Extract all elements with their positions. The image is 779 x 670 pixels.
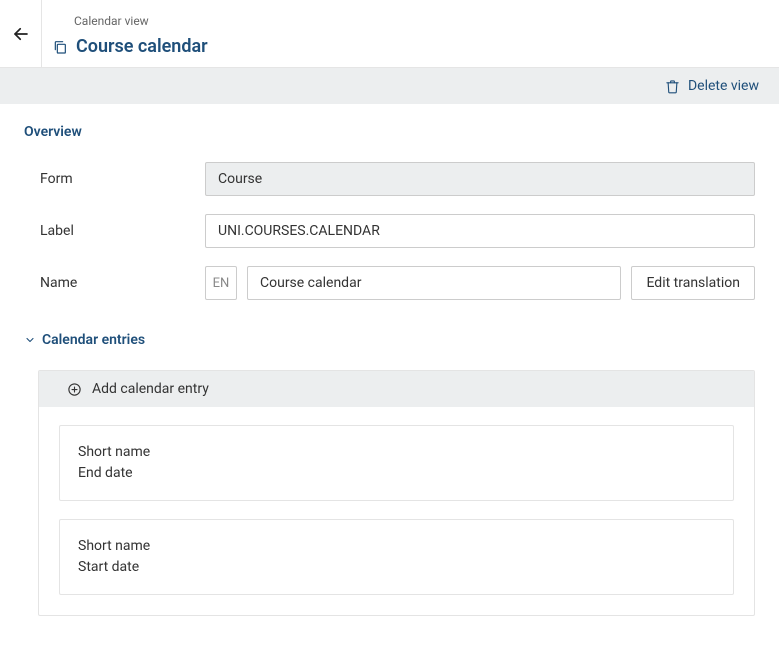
arrow-left-icon bbox=[12, 25, 30, 43]
overview-section-title: Overview bbox=[24, 124, 755, 140]
back-button[interactable] bbox=[12, 25, 30, 43]
plus-circle-icon bbox=[67, 382, 82, 397]
name-input[interactable] bbox=[247, 266, 621, 300]
breadcrumb: Calendar view bbox=[52, 14, 769, 28]
add-calendar-entry-button[interactable]: Add calendar entry bbox=[39, 371, 754, 407]
form-label: Form bbox=[40, 171, 205, 187]
label-input[interactable] bbox=[205, 214, 755, 248]
chevron-down-icon bbox=[24, 334, 36, 346]
edit-translation-button[interactable]: Edit translation bbox=[631, 266, 755, 300]
name-lang-indicator: EN bbox=[205, 266, 237, 300]
calendar-entry-card[interactable]: Short name End date bbox=[59, 425, 734, 501]
add-calendar-entry-label: Add calendar entry bbox=[92, 381, 209, 397]
delete-view-label: Delete view bbox=[688, 78, 759, 94]
calendar-entries-section-title: Calendar entries bbox=[42, 332, 145, 348]
page-title: Course calendar bbox=[76, 36, 208, 57]
entry-line: End date bbox=[78, 463, 715, 484]
entry-line: Start date bbox=[78, 557, 715, 578]
form-field: Course bbox=[205, 162, 755, 196]
entry-line: Short name bbox=[78, 536, 715, 557]
name-label: Name bbox=[40, 275, 205, 291]
calendar-entries-panel: Add calendar entry Short name End date S… bbox=[38, 370, 755, 616]
delete-view-button[interactable]: Delete view bbox=[665, 78, 759, 94]
label-label: Label bbox=[40, 223, 205, 239]
calendar-entry-card[interactable]: Short name Start date bbox=[59, 519, 734, 595]
copy-icon bbox=[52, 39, 68, 55]
entry-line: Short name bbox=[78, 442, 715, 463]
calendar-entries-section-toggle[interactable]: Calendar entries bbox=[24, 332, 755, 348]
trash-icon bbox=[665, 79, 680, 94]
